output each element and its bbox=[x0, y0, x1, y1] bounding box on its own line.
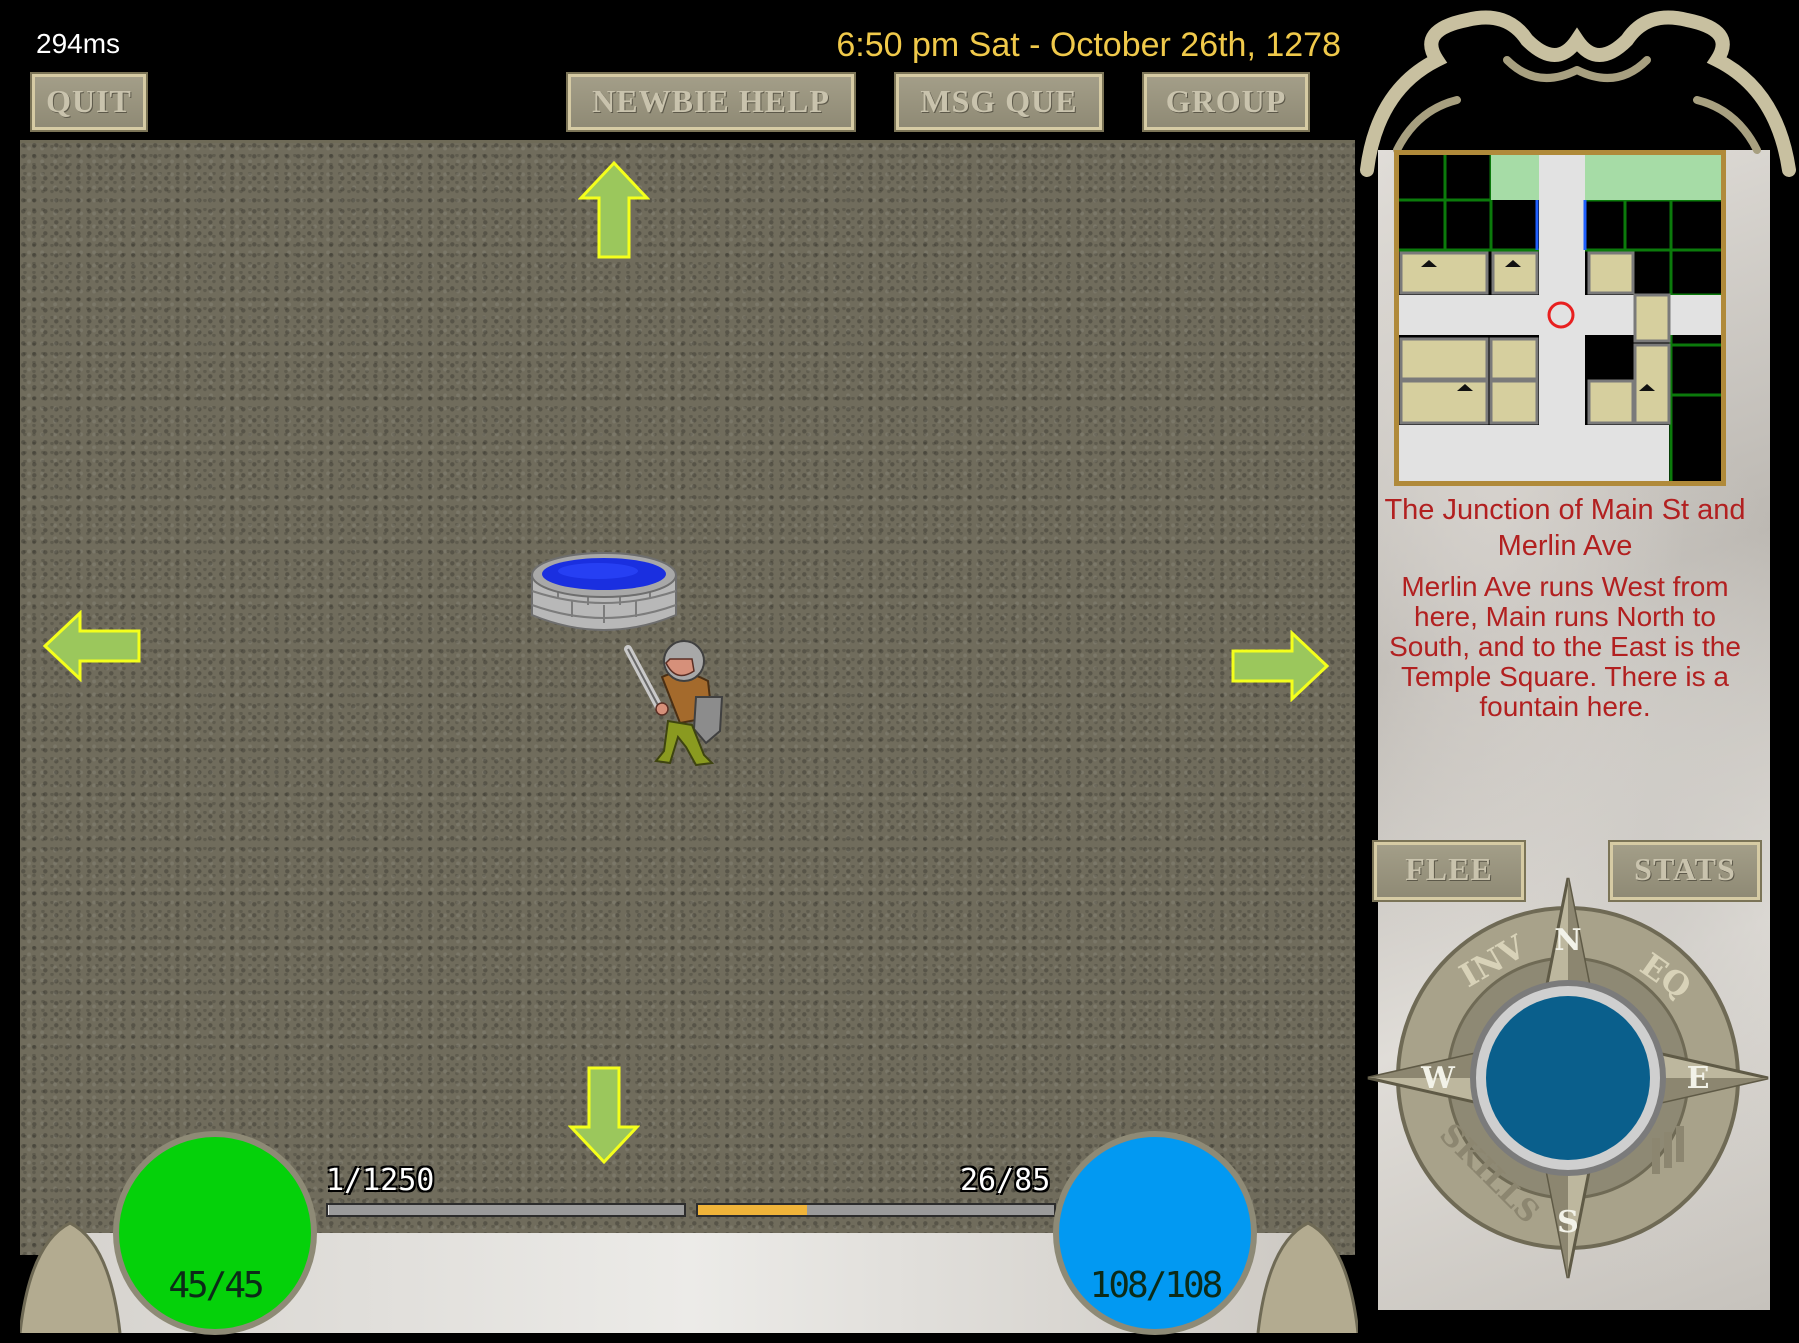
experience-label: 1/1250 bbox=[326, 1163, 435, 1198]
room-title: The Junction of Main St and Merlin Ave bbox=[1384, 494, 1746, 562]
move-north-arrow-icon[interactable] bbox=[578, 160, 650, 260]
minimap[interactable] bbox=[1394, 150, 1726, 486]
experience-bar bbox=[326, 1203, 686, 1217]
compass-east[interactable]: E bbox=[1687, 1061, 1710, 1096]
compass-south[interactable]: S bbox=[1557, 1205, 1579, 1240]
compass-north[interactable]: N bbox=[1554, 923, 1581, 958]
move-south-arrow-icon[interactable] bbox=[568, 1065, 640, 1165]
compass-west[interactable]: W bbox=[1420, 1061, 1456, 1096]
player-knight-icon[interactable] bbox=[622, 637, 732, 769]
latency-readout: 294ms bbox=[36, 28, 121, 59]
top-bar: 294ms 6:50 pm Sat - October 26th, 1278 Q… bbox=[20, 10, 1355, 143]
newbie-help-button[interactable]: NEWBIE HELP bbox=[566, 72, 856, 132]
mana-orb: 108/108 bbox=[1053, 1131, 1257, 1335]
compass-icon[interactable]: N S E W INV EQ SKILLS bbox=[1360, 870, 1776, 1286]
health-orb: 45/45 bbox=[113, 1131, 317, 1335]
quit-button[interactable]: QUIT bbox=[30, 72, 148, 132]
health-value: 45/45 bbox=[168, 1265, 264, 1306]
minimap-grid bbox=[1399, 155, 1721, 481]
game-clock: 6:50 pm Sat - October 26th, 1278 bbox=[836, 26, 1341, 64]
mana-value: 108/108 bbox=[1089, 1265, 1224, 1306]
move-west-arrow-icon[interactable] bbox=[42, 610, 142, 682]
stamina-bar bbox=[696, 1203, 1056, 1217]
msg-que-button[interactable]: MSG QUE bbox=[894, 72, 1104, 132]
group-button[interactable]: GROUP bbox=[1142, 72, 1310, 132]
game-viewport[interactable] bbox=[20, 10, 1355, 1255]
fountain-icon[interactable] bbox=[528, 545, 680, 637]
stamina-label: 26/85 bbox=[960, 1163, 1051, 1198]
move-east-arrow-icon[interactable] bbox=[1230, 630, 1330, 702]
room-description: Merlin Ave runs West from here, Main run… bbox=[1389, 571, 1741, 722]
